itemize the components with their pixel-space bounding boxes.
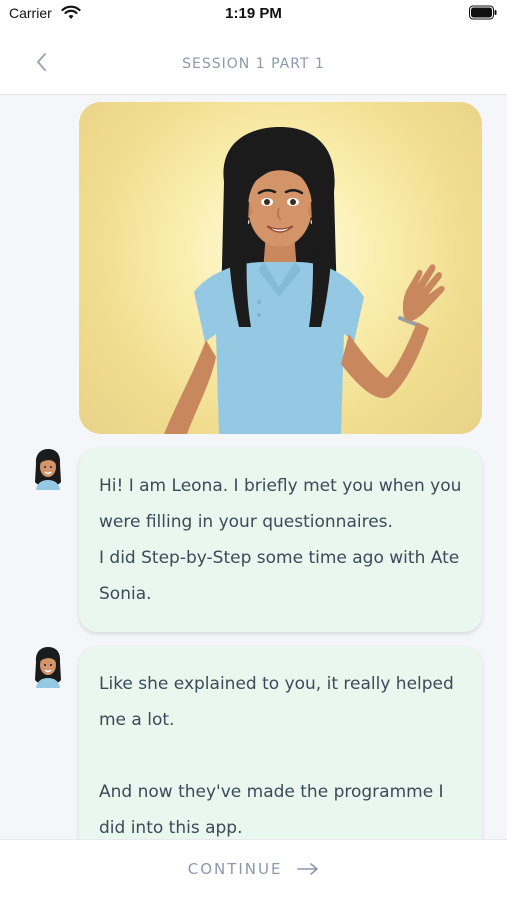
battery-icon <box>469 5 497 24</box>
nav-bar: SESSION 1 PART 1 <box>0 30 507 95</box>
message-bubble: Hi! I am Leona. I briefly met you when y… <box>79 448 482 632</box>
continue-label: CONTINUE <box>187 860 283 878</box>
chat-content[interactable]: Hi! I am Leona. I briefly met you when y… <box>0 95 507 839</box>
message-text: Like she explained to you, it really hel… <box>99 674 454 730</box>
leona-illustration <box>79 102 482 434</box>
status-bar: Carrier 1:19 PM <box>0 0 507 30</box>
message-bubble: Like she explained to you, it really hel… <box>79 646 482 839</box>
page-title: SESSION 1 PART 1 <box>182 56 325 72</box>
footer: CONTINUE <box>0 839 507 901</box>
arrow-right-icon <box>297 861 319 879</box>
message-text: I did Step-by-Step some time ago with At… <box>99 548 460 604</box>
message-text: Hi! I am Leona. I briefly met you when y… <box>99 476 462 532</box>
avatar <box>31 448 65 490</box>
status-time: 1:19 PM <box>225 5 282 22</box>
avatar <box>31 646 65 688</box>
message-text: And now they've made the programme I did… <box>99 782 444 838</box>
continue-button[interactable]: CONTINUE <box>0 860 507 879</box>
